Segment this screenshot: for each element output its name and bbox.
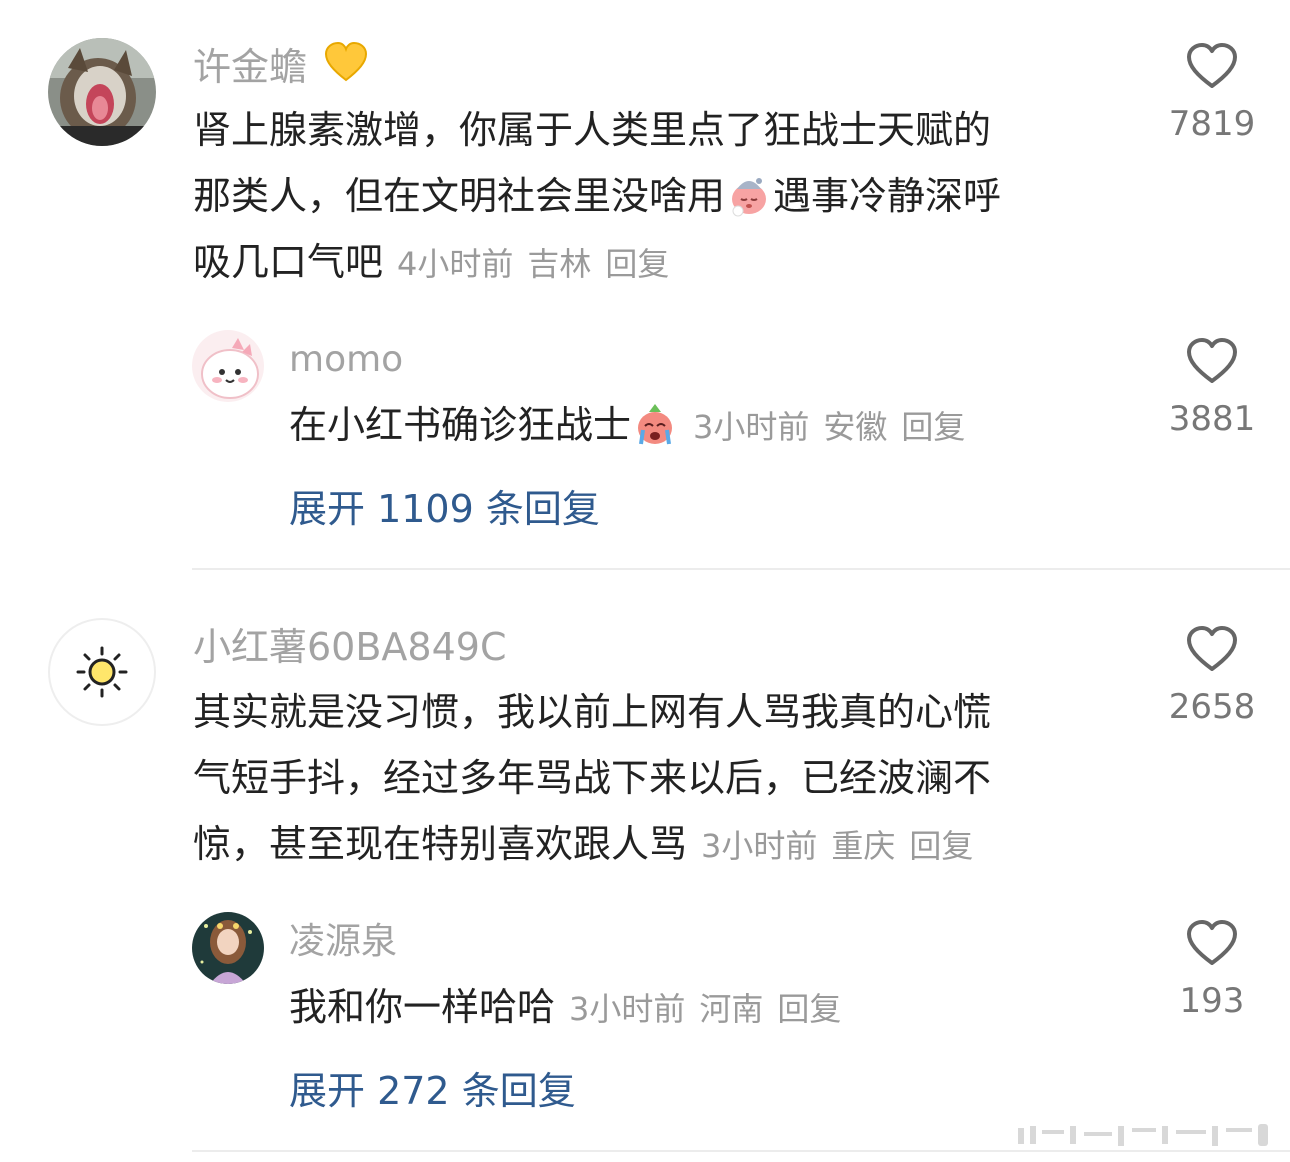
comment-location: 重庆 (831, 827, 896, 865)
like-button[interactable]: 3881 (1142, 337, 1282, 439)
like-button[interactable]: 2658 (1142, 625, 1282, 727)
comment-text-line: 其实就是没习惯，我以前上网有人骂我真的心慌 (193, 690, 992, 734)
comment-username[interactable]: 许金蟾 (193, 40, 369, 92)
comment-text-line: 惊，甚至现在特别喜欢跟人骂 3小时前 重庆 回复 (193, 811, 991, 879)
like-count: 3881 (1168, 399, 1256, 439)
like-count: 2658 (1168, 687, 1256, 727)
reply-button[interactable]: 回复 (901, 408, 965, 446)
heart-outline-icon (1187, 626, 1237, 671)
like-button[interactable]: 193 (1142, 919, 1282, 1021)
comment-time: 3小时前 (701, 827, 818, 865)
reply-body[interactable]: 在小红书确诊狂战士 3小时前 安徽 回复 (289, 392, 979, 460)
reply-location: 安徽 (823, 408, 888, 446)
reply-button[interactable]: 回复 (605, 245, 669, 283)
like-button[interactable]: 7819 (1142, 42, 1282, 144)
comment-location: 吉林 (527, 245, 592, 283)
like-count: 193 (1179, 981, 1245, 1021)
reply-location: 河南 (699, 990, 764, 1028)
comment-divider (192, 568, 1290, 570)
comment-body[interactable]: 其实就是没习惯，我以前上网有人骂我真的心慌 气短手抖，经过多年骂战下来以后，已经… (193, 679, 991, 879)
avatar-fairy[interactable] (192, 912, 264, 984)
avatar-sun[interactable] (48, 618, 156, 726)
reply-username[interactable]: 凌源泉 (289, 917, 397, 967)
yellow-heart-emoji (325, 41, 368, 82)
comment-text-line: 气短手抖，经过多年骂战下来以后，已经波澜不 (193, 756, 992, 800)
reply-button[interactable]: 回复 (777, 990, 841, 1028)
crying-emoji (638, 404, 673, 445)
comment-meta: 3小时前 重庆 回复 (701, 827, 987, 865)
avatar-pink-dino[interactable] (192, 330, 264, 402)
reply-time: 3小时前 (693, 408, 810, 446)
like-count: 7819 (1168, 104, 1256, 144)
reply-meta: 3小时前 河南 回复 (569, 990, 855, 1028)
reply-text-line: 我和你一样哈哈 3小时前 河南 回复 (289, 974, 855, 1042)
sun-icon (76, 646, 128, 698)
comment-meta: 4小时前 吉林 回复 (397, 245, 683, 283)
expand-replies-link[interactable]: 展开 272 条回复 (289, 1066, 576, 1116)
reply-body[interactable]: 我和你一样哈哈 3小时前 河南 回复 (289, 974, 855, 1042)
comment-time: 4小时前 (397, 245, 514, 283)
comment-text-line: 那类人，但在文明社会里没啥用 遇事冷静深呼 (193, 174, 1002, 218)
comment-body[interactable]: 肾上腺素激增，你属于人类里点了狂战士天赋的 那类人，但在文明社会里没啥用 遇事冷静… (193, 97, 1001, 297)
comment-username[interactable]: 小红薯60BA849C (193, 622, 506, 672)
sleepy-emoji (732, 178, 767, 217)
reply-time: 3小时前 (569, 990, 686, 1028)
comment-text-line: 肾上腺素激增，你属于人类里点了狂战士天赋的 (193, 108, 992, 152)
expand-replies-link[interactable]: 展开 1109 条回复 (289, 484, 600, 534)
reply-button[interactable]: 回复 (909, 827, 973, 865)
heart-outline-icon (1187, 43, 1237, 88)
comment-text-line: 吸几口气吧 4小时前 吉林 回复 (193, 229, 1001, 297)
comment-divider (192, 1150, 1290, 1152)
avatar-cat[interactable] (48, 38, 156, 146)
heart-outline-icon (1187, 920, 1237, 965)
reply-meta: 3小时前 安徽 回复 (693, 408, 979, 446)
reply-username[interactable]: momo (289, 335, 403, 385)
heart-outline-icon (1187, 338, 1237, 383)
watermark (1014, 1122, 1274, 1150)
reply-text-line: 在小红书确诊狂战士 3小时前 安徽 回复 (289, 392, 979, 460)
